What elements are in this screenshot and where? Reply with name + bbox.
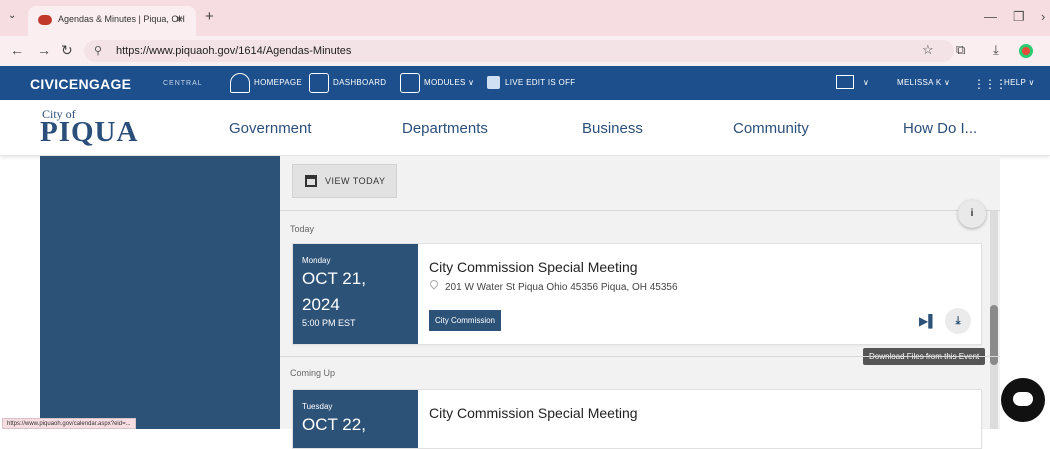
view-today-button[interactable]: VIEW TODAY bbox=[292, 164, 397, 198]
browser-toolbar: ← → ↻ ⚲ https://www.piquaoh.gov/1614/Age… bbox=[0, 36, 1050, 66]
bookmark-star-icon[interactable]: ☆ bbox=[922, 42, 934, 58]
event-title[interactable]: City Commission Special Meeting bbox=[429, 405, 638, 421]
civicengage-admin-bar: CIVICENGAGE CENTRAL HOMEPAGE DASHBOARD M… bbox=[0, 66, 1050, 100]
nav-business[interactable]: Business bbox=[582, 120, 643, 137]
dashboard-icon[interactable] bbox=[309, 73, 329, 93]
live-edit-toggle[interactable]: LIVE EDIT IS OFF bbox=[505, 78, 575, 87]
admin-modules-menu[interactable]: MODULES ∨ bbox=[424, 78, 474, 87]
group-divider bbox=[280, 210, 1000, 211]
browser-tab[interactable]: Agendas & Minutes | Piqua, OH × bbox=[28, 6, 196, 36]
site-logo[interactable]: PIQUA bbox=[40, 116, 138, 149]
back-icon[interactable]: ← bbox=[10, 42, 24, 58]
apps-grid-icon[interactable]: ⋮⋮⋮ bbox=[973, 77, 1007, 91]
location-pin-icon bbox=[428, 278, 440, 290]
group-label-today: Today bbox=[290, 224, 315, 234]
event-address: 201 W Water St Piqua Ohio 45356 Piqua, O… bbox=[445, 282, 678, 293]
nav-how-do-i[interactable]: How Do I... bbox=[903, 120, 977, 137]
restore-icon[interactable]: ❐ bbox=[1013, 9, 1025, 25]
chat-button[interactable] bbox=[1001, 378, 1045, 422]
live-edit-icon[interactable] bbox=[487, 76, 500, 89]
mail-icon[interactable] bbox=[836, 75, 854, 89]
profile-avatar-icon[interactable] bbox=[1019, 44, 1033, 58]
view-today-label: VIEW TODAY bbox=[325, 176, 386, 186]
browser-status-url: https://www.piquaoh.gov/calendar.aspx?ei… bbox=[2, 418, 136, 429]
event-day: Monday bbox=[302, 256, 331, 265]
nav-departments[interactable]: Departments bbox=[402, 120, 488, 137]
tab-title: Agendas & Minutes | Piqua, OH bbox=[58, 14, 185, 24]
minimize-icon[interactable]: — bbox=[984, 9, 997, 24]
megaphone-icon[interactable]: ▶▌ bbox=[919, 314, 937, 328]
event-title[interactable]: City Commission Special Meeting bbox=[429, 259, 638, 275]
site-info-icon[interactable]: ⚲ bbox=[94, 44, 102, 57]
event-month-day: OCT 21, bbox=[302, 269, 366, 288]
event-month-day: OCT 22, bbox=[302, 415, 366, 434]
group-label-coming-up: Coming Up bbox=[290, 368, 336, 378]
left-sidebar-panel bbox=[40, 156, 280, 429]
chat-bubble-icon bbox=[1013, 392, 1033, 406]
site-header: City of PIQUA Government Departments Bus… bbox=[0, 100, 1050, 156]
extensions-icon[interactable]: ⧉ bbox=[956, 42, 965, 58]
mail-caret[interactable]: ∨ bbox=[863, 78, 869, 87]
url-text[interactable]: https://www.piquaoh.gov/1614/Agendas-Min… bbox=[116, 45, 351, 57]
nav-community[interactable]: Community bbox=[733, 120, 809, 137]
download-files-button[interactable]: ⤓ bbox=[945, 308, 971, 334]
help-menu[interactable]: HELP ∨ bbox=[1004, 78, 1035, 87]
browser-tab-bar: ⌄ Agendas & Minutes | Piqua, OH × + — ❐ … bbox=[0, 0, 1050, 36]
site-favicon-icon bbox=[38, 15, 52, 25]
admin-homepage-link[interactable]: HOMEPAGE bbox=[254, 78, 302, 87]
address-bar[interactable]: ⚲ https://www.piquaoh.gov/1614/Agendas-M… bbox=[84, 40, 954, 62]
event-day: Tuesday bbox=[302, 402, 333, 411]
event-year: 2024 bbox=[302, 295, 340, 314]
tab-search-chevron-icon[interactable]: ⌄ bbox=[8, 10, 16, 21]
event-card[interactable]: Monday OCT 21, 2024 5:00 PM EST City Com… bbox=[292, 243, 982, 345]
civicengage-logo[interactable]: CIVICENGAGE bbox=[30, 76, 131, 92]
event-date-box: Monday OCT 21, 2024 5:00 PM EST bbox=[293, 244, 418, 344]
event-time: 5:00 PM EST bbox=[302, 318, 356, 328]
download-icon[interactable]: ⤓ bbox=[993, 42, 999, 58]
user-menu[interactable]: MELISSA K ∨ bbox=[897, 78, 950, 87]
civicengage-logo-sub: CENTRAL bbox=[163, 80, 203, 87]
admin-dashboard-link[interactable]: DASHBOARD bbox=[333, 78, 386, 87]
modules-icon[interactable] bbox=[400, 73, 420, 93]
info-button[interactable]: i bbox=[958, 200, 986, 228]
reload-icon[interactable]: ↻ bbox=[61, 42, 73, 59]
calendar-icon bbox=[305, 175, 317, 187]
event-card[interactable]: Tuesday OCT 22, City Commission Special … bbox=[292, 389, 982, 449]
event-category-tag[interactable]: City Commission bbox=[429, 310, 502, 331]
close-tab-icon[interactable]: × bbox=[176, 12, 183, 26]
event-date-box: Tuesday OCT 22, bbox=[293, 390, 418, 448]
forward-icon[interactable]: → bbox=[37, 42, 51, 58]
group-divider bbox=[280, 356, 1000, 357]
nav-government[interactable]: Government bbox=[229, 120, 312, 137]
close-window-icon[interactable]: › bbox=[1041, 9, 1045, 24]
new-tab-icon[interactable]: + bbox=[205, 8, 214, 25]
home-icon[interactable] bbox=[230, 73, 250, 93]
